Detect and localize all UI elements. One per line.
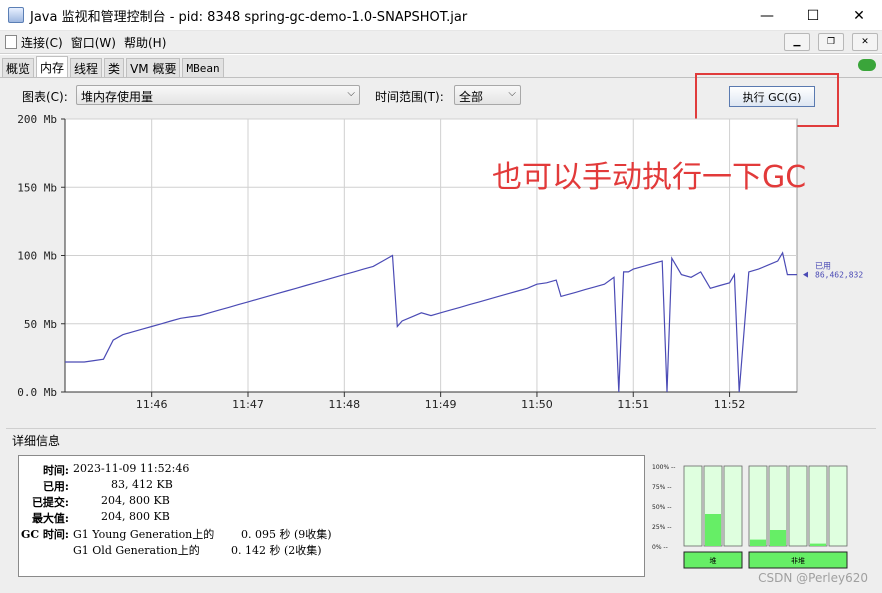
java-app-icon	[8, 7, 24, 23]
gc-young-name: G1 Young Generation上的	[73, 528, 215, 541]
connection-plug-icon	[858, 59, 876, 71]
detail-label-committed: 已提交:	[31, 496, 69, 509]
internal-restore-button[interactable]: ❐	[818, 33, 844, 51]
range-label: 时间范围(T):	[375, 90, 444, 104]
gc-old-value: 0. 142 秒 (2收集)	[231, 544, 322, 557]
nonheap-pool-bar	[828, 465, 848, 547]
detail-label-gc-time: GC 时间:	[20, 528, 69, 541]
gc-old-name: G1 Old Generation上的	[73, 544, 200, 557]
y-tick-label: 200 Mb	[17, 113, 57, 126]
annotation-text: 也可以手动执行一下GC	[492, 160, 807, 195]
memory-panel: 图表(C): 堆内存使用量 ⌵ 时间范围(T): 全部 ⌵ 执行 GC(G) 2…	[0, 73, 882, 593]
heap-pool-bar	[723, 465, 743, 547]
heap-pool-bar-fill	[705, 514, 721, 546]
y-tick-label: 100 Mb	[17, 250, 57, 263]
menu-window[interactable]: 窗口(W)	[71, 34, 116, 51]
internal-close-button[interactable]: ✕	[852, 33, 878, 51]
x-tick-label: 11:46	[136, 398, 168, 411]
nonheap-pool-bar	[748, 465, 768, 547]
detail-label-used: 已用:	[42, 480, 69, 493]
y-tick-label: 150 Mb	[17, 181, 57, 194]
y-tick-label: 50 Mb	[24, 318, 57, 331]
detail-value-max: 204, 800 KB	[101, 510, 170, 523]
pool-scale-label: 75% --	[652, 484, 672, 491]
detail-label-max: 最大值:	[31, 512, 69, 525]
maximize-button[interactable]: ☐	[790, 0, 836, 31]
detail-value-time: 2023-11-09 11:52:46	[73, 462, 190, 475]
tab-overview[interactable]: 概览	[2, 58, 35, 77]
tab-mbean[interactable]: MBean	[182, 58, 224, 77]
nonheap-pool-bar-fill	[770, 530, 786, 546]
range-select[interactable]: 全部 ⌵	[454, 85, 521, 105]
title-bar: Java 监视和管理控制台 - pid: 8348 spring-gc-demo…	[0, 0, 882, 31]
nonheap-pool-bar-fill	[750, 539, 766, 546]
close-button[interactable]: ✕	[836, 0, 882, 31]
section-divider	[6, 428, 876, 429]
series-label: 已用	[815, 262, 831, 271]
nonheap-group-label: 非堆	[791, 556, 805, 565]
chart-label: 图表(C):	[22, 90, 68, 104]
chart-select-value: 堆内存使用量	[81, 90, 154, 104]
x-tick-label: 11:49	[425, 398, 457, 411]
detail-value-committed: 204, 800 KB	[101, 494, 170, 507]
minimize-button[interactable]: —	[744, 0, 790, 31]
tab-memory[interactable]: 内存	[36, 56, 69, 77]
internal-minimize-button[interactable]: ▁	[784, 33, 810, 51]
tab-vm-summary[interactable]: VM 概要	[126, 58, 181, 77]
detail-label-time: 时间:	[42, 464, 69, 477]
detail-value-used: 83, 412 KB	[111, 478, 173, 491]
x-tick-label: 11:50	[521, 398, 553, 411]
x-tick-label: 11:52	[714, 398, 746, 411]
chevron-down-icon: ⌵	[508, 88, 516, 99]
series-current-value: 86,462,832	[815, 271, 863, 280]
tab-classes[interactable]: 类	[104, 58, 125, 77]
nonheap-pool-bar	[808, 465, 828, 547]
range-select-value: 全部	[459, 90, 484, 104]
y-tick-label: 0.0 Mb	[17, 386, 57, 399]
heap-pool-bar	[683, 465, 703, 547]
x-tick-label: 11:47	[232, 398, 264, 411]
perform-gc-button[interactable]: 执行 GC(G)	[729, 86, 815, 107]
tab-threads[interactable]: 线程	[70, 58, 103, 77]
heap-group-label: 堆	[710, 556, 717, 565]
pool-scale-label: 100% --	[652, 464, 675, 471]
document-icon	[5, 35, 17, 49]
nonheap-pool-bar	[788, 465, 808, 547]
chevron-down-icon: ⌵	[347, 88, 355, 99]
chart-select[interactable]: 堆内存使用量 ⌵	[76, 85, 360, 105]
x-tick-label: 11:48	[328, 398, 360, 411]
details-panel: 时间: 2023-11-09 11:52:46 已用: 83, 412 KB 已…	[18, 455, 645, 577]
memory-pool-bars: 100% -- 75% -- 50% -- 25% -- 0% -- 堆 非堆	[652, 464, 848, 569]
menu-connect[interactable]: 连接(C)	[21, 34, 63, 51]
nonheap-pool-bar-fill	[810, 543, 826, 546]
window-title: Java 监视和管理控制台 - pid: 8348 spring-gc-demo…	[30, 9, 468, 25]
pool-scale-label: 50% --	[652, 504, 672, 511]
gc-young-value: 0. 095 秒 (9收集)	[241, 528, 332, 541]
current-value-marker	[803, 271, 808, 278]
x-tick-label: 11:51	[617, 398, 649, 411]
pool-scale-label: 0% --	[652, 544, 668, 551]
watermark: CSDN @Perley620	[758, 571, 868, 585]
details-title: 详细信息	[12, 434, 61, 448]
menu-help[interactable]: 帮助(H)	[124, 34, 166, 51]
pool-scale-label: 25% --	[652, 524, 672, 531]
menu-bar: 连接(C) 窗口(W) 帮助(H) ▁ ❐ ✕	[0, 31, 882, 54]
